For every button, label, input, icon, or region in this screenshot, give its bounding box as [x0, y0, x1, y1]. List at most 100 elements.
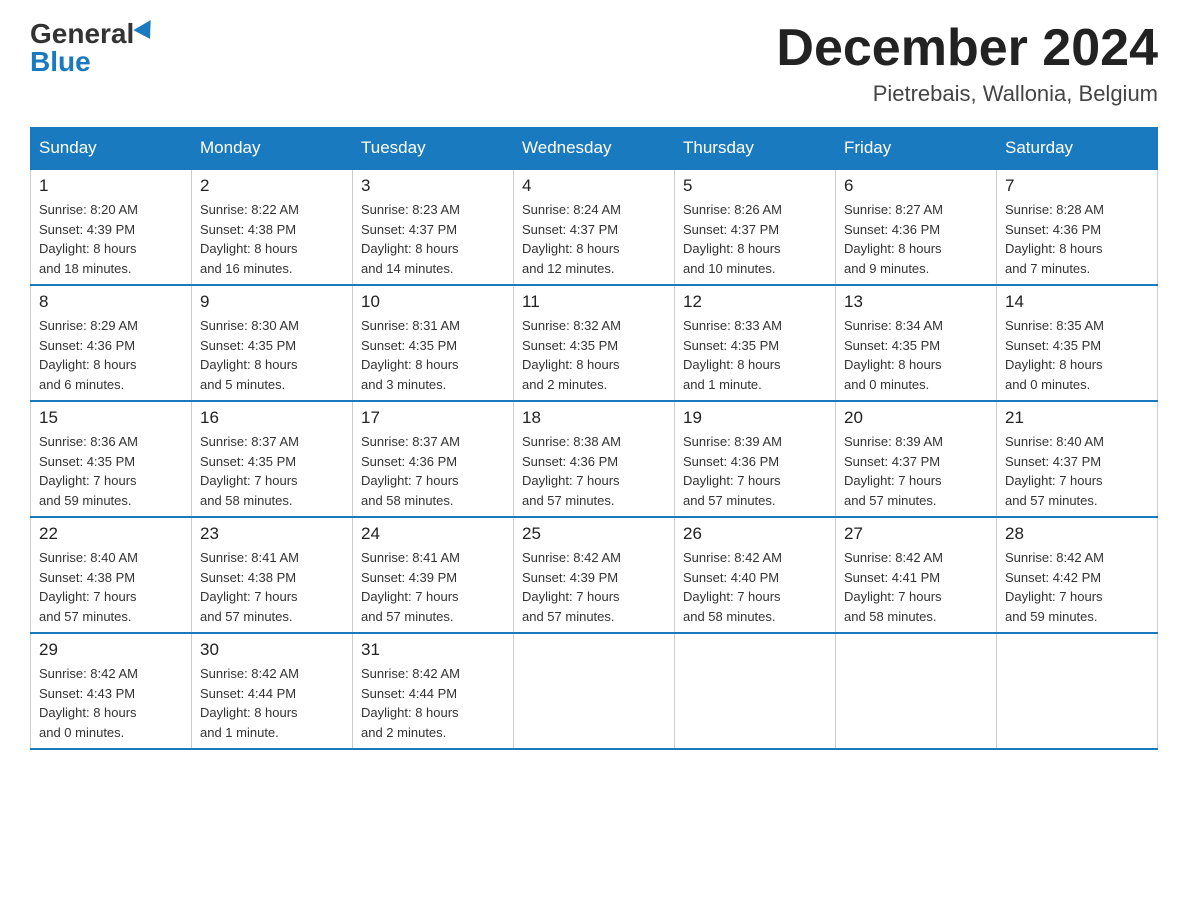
- calendar-cell: 11 Sunrise: 8:32 AM Sunset: 4:35 PM Dayli…: [514, 285, 675, 401]
- day-number: 31: [361, 640, 505, 660]
- day-info: Sunrise: 8:37 AM Sunset: 4:35 PM Dayligh…: [200, 432, 344, 510]
- day-info: Sunrise: 8:41 AM Sunset: 4:39 PM Dayligh…: [361, 548, 505, 626]
- calendar-cell: 14Sunrise: 8:35 AM Sunset: 4:35 PM Dayli…: [997, 285, 1158, 401]
- calendar-header-sunday: Sunday: [31, 128, 192, 170]
- day-number: 24: [361, 524, 505, 544]
- calendar-header-thursday: Thursday: [675, 128, 836, 170]
- day-info: Sunrise: 8:22 AM Sunset: 4:38 PM Dayligh…: [200, 200, 344, 278]
- calendar-header-saturday: Saturday: [997, 128, 1158, 170]
- calendar-cell: 12 Sunrise: 8:33 AM Sunset: 4:35 PM Dayli…: [675, 285, 836, 401]
- day-number: 17: [361, 408, 505, 428]
- day-number: 29: [39, 640, 183, 660]
- logo-blue-text: Blue: [30, 48, 91, 76]
- calendar-cell: 5 Sunrise: 8:26 AM Sunset: 4:37 PM Daylig…: [675, 169, 836, 285]
- day-number: 3: [361, 176, 505, 196]
- calendar-cell: 25Sunrise: 8:42 AM Sunset: 4:39 PM Dayli…: [514, 517, 675, 633]
- day-number: 10: [361, 292, 505, 312]
- day-info: Sunrise: 8:40 AM Sunset: 4:37 PM Dayligh…: [1005, 432, 1149, 510]
- calendar-header-friday: Friday: [836, 128, 997, 170]
- calendar-cell: 6 Sunrise: 8:27 AM Sunset: 4:36 PM Daylig…: [836, 169, 997, 285]
- title-area: December 2024 Pietrebais, Wallonia, Belg…: [776, 20, 1158, 107]
- day-info: Sunrise: 8:39 AM Sunset: 4:37 PM Dayligh…: [844, 432, 988, 510]
- day-number: 26: [683, 524, 827, 544]
- day-info: Sunrise: 8:20 AM Sunset: 4:39 PM Dayligh…: [39, 200, 183, 278]
- day-info: Sunrise: 8:42 AM Sunset: 4:42 PM Dayligh…: [1005, 548, 1149, 626]
- day-info: Sunrise: 8:39 AM Sunset: 4:36 PM Dayligh…: [683, 432, 827, 510]
- day-number: 2: [200, 176, 344, 196]
- calendar-week-row: 8Sunrise: 8:29 AM Sunset: 4:36 PM Daylig…: [31, 285, 1158, 401]
- calendar-cell: 8Sunrise: 8:29 AM Sunset: 4:36 PM Daylig…: [31, 285, 192, 401]
- calendar-cell: 13 Sunrise: 8:34 AM Sunset: 4:35 PM Dayli…: [836, 285, 997, 401]
- calendar-cell: 26 Sunrise: 8:42 AM Sunset: 4:40 PM Dayli…: [675, 517, 836, 633]
- calendar-cell: 28 Sunrise: 8:42 AM Sunset: 4:42 PM Dayli…: [997, 517, 1158, 633]
- day-number: 23: [200, 524, 344, 544]
- calendar-header-row: SundayMondayTuesdayWednesdayThursdayFrid…: [31, 128, 1158, 170]
- day-number: 12: [683, 292, 827, 312]
- day-info: Sunrise: 8:41 AM Sunset: 4:38 PM Dayligh…: [200, 548, 344, 626]
- day-number: 16: [200, 408, 344, 428]
- day-number: 20: [844, 408, 988, 428]
- day-info: Sunrise: 8:40 AM Sunset: 4:38 PM Dayligh…: [39, 548, 183, 626]
- day-info: Sunrise: 8:24 AM Sunset: 4:37 PM Dayligh…: [522, 200, 666, 278]
- day-number: 13: [844, 292, 988, 312]
- logo: General Blue: [30, 20, 156, 76]
- day-info: Sunrise: 8:38 AM Sunset: 4:36 PM Dayligh…: [522, 432, 666, 510]
- calendar-cell: 7Sunrise: 8:28 AM Sunset: 4:36 PM Daylig…: [997, 169, 1158, 285]
- day-number: 11: [522, 292, 666, 312]
- day-number: 27: [844, 524, 988, 544]
- calendar-cell: 19Sunrise: 8:39 AM Sunset: 4:36 PM Dayli…: [675, 401, 836, 517]
- page-header: General Blue December 2024 Pietrebais, W…: [30, 20, 1158, 107]
- day-info: Sunrise: 8:42 AM Sunset: 4:39 PM Dayligh…: [522, 548, 666, 626]
- day-number: 22: [39, 524, 183, 544]
- calendar-cell: 21 Sunrise: 8:40 AM Sunset: 4:37 PM Dayli…: [997, 401, 1158, 517]
- day-info: Sunrise: 8:42 AM Sunset: 4:44 PM Dayligh…: [200, 664, 344, 742]
- day-info: Sunrise: 8:31 AM Sunset: 4:35 PM Dayligh…: [361, 316, 505, 394]
- calendar-cell: 1 Sunrise: 8:20 AM Sunset: 4:39 PM Daylig…: [31, 169, 192, 285]
- day-info: Sunrise: 8:27 AM Sunset: 4:36 PM Dayligh…: [844, 200, 988, 278]
- calendar-cell: 10 Sunrise: 8:31 AM Sunset: 4:35 PM Dayli…: [353, 285, 514, 401]
- day-info: Sunrise: 8:30 AM Sunset: 4:35 PM Dayligh…: [200, 316, 344, 394]
- day-info: Sunrise: 8:28 AM Sunset: 4:36 PM Dayligh…: [1005, 200, 1149, 278]
- calendar-cell: 24 Sunrise: 8:41 AM Sunset: 4:39 PM Dayli…: [353, 517, 514, 633]
- calendar-header-tuesday: Tuesday: [353, 128, 514, 170]
- day-number: 30: [200, 640, 344, 660]
- day-info: Sunrise: 8:32 AM Sunset: 4:35 PM Dayligh…: [522, 316, 666, 394]
- day-info: Sunrise: 8:34 AM Sunset: 4:35 PM Dayligh…: [844, 316, 988, 394]
- calendar-cell: 27 Sunrise: 8:42 AM Sunset: 4:41 PM Dayli…: [836, 517, 997, 633]
- calendar-cell: 20 Sunrise: 8:39 AM Sunset: 4:37 PM Dayli…: [836, 401, 997, 517]
- calendar-cell: 2 Sunrise: 8:22 AM Sunset: 4:38 PM Daylig…: [192, 169, 353, 285]
- calendar-week-row: 29 Sunrise: 8:42 AM Sunset: 4:43 PM Dayli…: [31, 633, 1158, 749]
- day-info: Sunrise: 8:42 AM Sunset: 4:40 PM Dayligh…: [683, 548, 827, 626]
- day-number: 4: [522, 176, 666, 196]
- day-number: 21: [1005, 408, 1149, 428]
- calendar-cell: [997, 633, 1158, 749]
- month-title: December 2024: [776, 20, 1158, 77]
- day-info: Sunrise: 8:26 AM Sunset: 4:37 PM Dayligh…: [683, 200, 827, 278]
- calendar-cell: 29 Sunrise: 8:42 AM Sunset: 4:43 PM Dayli…: [31, 633, 192, 749]
- day-number: 28: [1005, 524, 1149, 544]
- calendar-cell: 16 Sunrise: 8:37 AM Sunset: 4:35 PM Dayli…: [192, 401, 353, 517]
- calendar-cell: 9 Sunrise: 8:30 AM Sunset: 4:35 PM Daylig…: [192, 285, 353, 401]
- calendar-cell: [514, 633, 675, 749]
- day-info: Sunrise: 8:42 AM Sunset: 4:41 PM Dayligh…: [844, 548, 988, 626]
- day-number: 9: [200, 292, 344, 312]
- calendar-cell: 30 Sunrise: 8:42 AM Sunset: 4:44 PM Dayli…: [192, 633, 353, 749]
- calendar-table: SundayMondayTuesdayWednesdayThursdayFrid…: [30, 127, 1158, 750]
- calendar-cell: 23 Sunrise: 8:41 AM Sunset: 4:38 PM Dayli…: [192, 517, 353, 633]
- day-number: 6: [844, 176, 988, 196]
- day-info: Sunrise: 8:36 AM Sunset: 4:35 PM Dayligh…: [39, 432, 183, 510]
- calendar-cell: 4 Sunrise: 8:24 AM Sunset: 4:37 PM Daylig…: [514, 169, 675, 285]
- calendar-week-row: 22 Sunrise: 8:40 AM Sunset: 4:38 PM Dayli…: [31, 517, 1158, 633]
- logo-general-text: General: [30, 20, 134, 48]
- day-info: Sunrise: 8:42 AM Sunset: 4:44 PM Dayligh…: [361, 664, 505, 742]
- day-info: Sunrise: 8:29 AM Sunset: 4:36 PM Dayligh…: [39, 316, 183, 394]
- day-info: Sunrise: 8:42 AM Sunset: 4:43 PM Dayligh…: [39, 664, 183, 742]
- day-number: 1: [39, 176, 183, 196]
- calendar-week-row: 1 Sunrise: 8:20 AM Sunset: 4:39 PM Daylig…: [31, 169, 1158, 285]
- day-info: Sunrise: 8:33 AM Sunset: 4:35 PM Dayligh…: [683, 316, 827, 394]
- calendar-cell: 15 Sunrise: 8:36 AM Sunset: 4:35 PM Dayli…: [31, 401, 192, 517]
- day-number: 5: [683, 176, 827, 196]
- calendar-cell: [836, 633, 997, 749]
- day-number: 15: [39, 408, 183, 428]
- calendar-week-row: 15 Sunrise: 8:36 AM Sunset: 4:35 PM Dayli…: [31, 401, 1158, 517]
